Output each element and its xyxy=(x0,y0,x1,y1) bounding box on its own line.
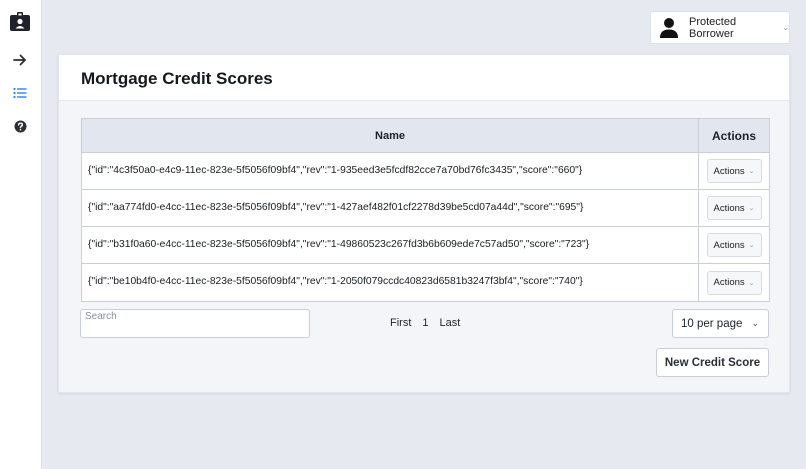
new-credit-score-button[interactable]: New Credit Score xyxy=(656,348,769,377)
chevron-down-icon: ⌄ xyxy=(748,205,755,212)
table-header: Name Actions xyxy=(82,119,769,153)
row-name-cell: {"id":"4c3f50a0-e4c9-11ec-823e-5f5056f09… xyxy=(88,165,583,176)
id-badge-icon[interactable] xyxy=(9,11,31,33)
chevron-down-icon: ⌄ xyxy=(782,23,789,32)
chevron-down-icon: ⌄ xyxy=(748,168,755,175)
pager-last[interactable]: Last xyxy=(440,317,461,329)
row-actions-cell: Actions ⌄ xyxy=(698,190,769,226)
arrow-right-icon[interactable] xyxy=(9,49,31,71)
row-actions-button[interactable]: Actions ⌄ xyxy=(706,159,762,183)
per-page-select[interactable]: 10 per page ⌄ xyxy=(672,309,769,338)
row-actions-button[interactable]: Actions ⌄ xyxy=(706,270,762,295)
sidebar xyxy=(0,0,42,469)
user-avatar-icon xyxy=(659,17,679,39)
row-actions-label: Actions xyxy=(713,165,745,177)
user-name: Protected Borrower xyxy=(689,15,737,40)
chevron-down-icon: ⌄ xyxy=(751,318,759,328)
pager-first[interactable]: First xyxy=(390,317,411,329)
row-name-cell: {"id":"be10b4f0-e4cc-11ec-823e-5f5056f09… xyxy=(88,276,583,287)
search-input[interactable] xyxy=(80,309,310,338)
table-row: {"id":"4c3f50a0-e4c9-11ec-823e-5f5056f09… xyxy=(82,153,769,190)
row-name-cell: {"id":"aa774fd0-e4cc-11ec-823e-5f5056f09… xyxy=(88,202,584,213)
row-actions-cell: Actions ⌄ xyxy=(698,153,769,189)
row-name-cell: {"id":"b31f0a60-e4cc-11ec-823e-5f5056f09… xyxy=(88,239,590,250)
column-header-actions: Actions xyxy=(698,119,769,152)
help-icon[interactable] xyxy=(9,115,31,137)
chevron-down-icon: ⌄ xyxy=(748,242,755,249)
credit-scores-table: Name Actions {"id":"4c3f50a0-e4c9-11ec-8… xyxy=(81,118,770,302)
row-actions-cell: Actions ⌄ xyxy=(698,227,769,263)
row-actions-button[interactable]: Actions ⌄ xyxy=(706,233,762,257)
row-actions-label: Actions xyxy=(713,277,745,288)
chevron-down-icon: ⌄ xyxy=(748,279,755,287)
pagination: First 1 Last xyxy=(390,317,460,329)
table-row: {"id":"aa774fd0-e4cc-11ec-823e-5f5056f09… xyxy=(82,190,769,227)
main-panel: Mortgage Credit Scores Name Actions {"id… xyxy=(58,54,790,393)
panel-header: Mortgage Credit Scores xyxy=(59,55,789,101)
row-actions-label: Actions xyxy=(713,239,745,251)
row-actions-label: Actions xyxy=(713,202,745,214)
row-actions-button[interactable]: Actions ⌄ xyxy=(706,196,762,220)
column-header-name[interactable]: Name xyxy=(82,119,698,152)
pager-current[interactable]: 1 xyxy=(422,317,428,329)
per-page-value: 10 per page xyxy=(681,317,743,330)
list-icon[interactable] xyxy=(9,82,31,104)
page-title: Mortgage Credit Scores xyxy=(81,69,273,88)
user-menu[interactable]: Protected Borrower ⌄ xyxy=(650,11,790,44)
table-row: {"id":"be10b4f0-e4cc-11ec-823e-5f5056f09… xyxy=(82,264,769,301)
table-row: {"id":"b31f0a60-e4cc-11ec-823e-5f5056f09… xyxy=(82,227,769,264)
row-actions-cell: Actions ⌄ xyxy=(698,264,769,301)
